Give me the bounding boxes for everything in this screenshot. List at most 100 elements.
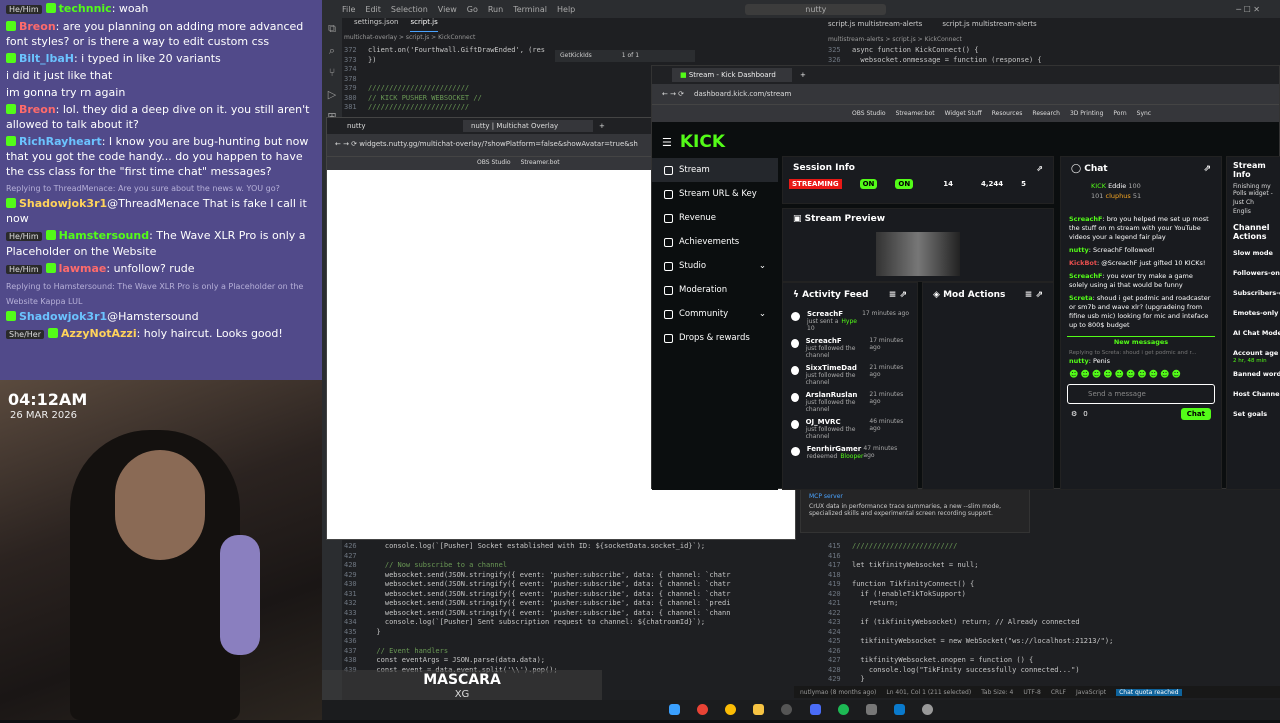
- filter-icon[interactable]: ≡ ⇗: [1025, 290, 1043, 300]
- activity-item[interactable]: FenrhirGamer redeemed Blooper 47 minutes ag…: [783, 442, 917, 469]
- chrome-icon[interactable]: [697, 704, 709, 715]
- tab-script-js-right-b[interactable]: script.js multistream-alerts: [942, 20, 1036, 28]
- streamerbot-icon[interactable]: [809, 704, 821, 715]
- activity-user[interactable]: FenrhirGamer: [807, 445, 864, 453]
- bookmark-widget-stuff[interactable]: Widget Stuff: [945, 110, 982, 117]
- channel-action-ai-chat-mode[interactable]: AI Chat Mode: [1227, 323, 1280, 343]
- activity-user[interactable]: OJ_MVRC: [806, 418, 870, 426]
- code-line[interactable]: 378: [344, 75, 545, 85]
- code-line[interactable]: 326 websocket.onmessage = function (resp…: [828, 56, 1042, 66]
- windows-taskbar[interactable]: [322, 700, 1280, 720]
- code-text[interactable]: websocket.send(JSON.stringify({ event: '…: [368, 571, 731, 579]
- activity-user[interactable]: ScreachF: [806, 337, 870, 345]
- channel-action-banned-words[interactable]: Banned words: [1227, 364, 1280, 384]
- code-text[interactable]: ////////////////////////: [368, 84, 469, 92]
- code-line[interactable]: 428 console.log("TikFinity successfully …: [828, 666, 1113, 676]
- code-text[interactable]: client.on('Fourthwall.GiftDrawEnded', (r…: [368, 46, 545, 54]
- code-text[interactable]: }: [368, 628, 380, 636]
- nav-item-stream[interactable]: Stream: [652, 158, 778, 182]
- code-text[interactable]: websocket.send(JSON.stringify({ event: '…: [368, 580, 731, 588]
- code-text[interactable]: }: [852, 675, 864, 683]
- chat-message[interactable]: ScreachF: bro you helped me set up most …: [1061, 213, 1221, 244]
- activity-user[interactable]: ScreachF: [807, 310, 857, 318]
- code-text[interactable]: websocket.onmessage = function (response…: [852, 56, 1041, 64]
- channel-action-subscribers-o[interactable]: Subscribers-o: [1227, 283, 1280, 303]
- code-line[interactable]: 426: [828, 647, 1113, 657]
- code-text[interactable]: tikfinityWebsocket.onopen = function () …: [852, 656, 1033, 664]
- stream-preview-thumbnail[interactable]: [876, 232, 960, 276]
- code-line[interactable]: 437 // Event handlers: [344, 647, 730, 657]
- menu-icon[interactable]: ☰: [662, 136, 672, 149]
- code-line[interactable]: 427: [344, 552, 730, 562]
- code-line[interactable]: 419 function TikfinityConnect() {: [828, 580, 1113, 590]
- popout-icon[interactable]: ⇗: [1203, 164, 1211, 174]
- code-text[interactable]: tikfinityWebsocket = new WebSocket("ws:/…: [852, 637, 1113, 645]
- code-text[interactable]: const eventArgs = JSON.parse(data.data);: [368, 656, 545, 664]
- kick-tab[interactable]: ■ Stream - Kick Dashboard: [672, 68, 792, 82]
- activity-user[interactable]: SixxTimeDad: [806, 364, 870, 372]
- code-line[interactable]: 434 console.log(`[Pusher] Sent subscript…: [344, 618, 730, 628]
- code-line[interactable]: 433 websocket.send(JSON.stringify({ even…: [344, 609, 730, 619]
- nav-item-revenue[interactable]: Revenue: [652, 206, 778, 230]
- code-line[interactable]: 428 // Now subscribe to a channel: [344, 561, 730, 571]
- editor-tabs-right[interactable]: script.js multistream-alerts script.js m…: [828, 20, 1128, 28]
- browser1-url[interactable]: widgets.nutty.gg/multichat-overlay/?show…: [359, 140, 638, 148]
- nav-item-achievements[interactable]: Achievements: [652, 230, 778, 254]
- code-text[interactable]: websocket.send(JSON.stringify({ event: '…: [368, 599, 731, 607]
- bookmark-sync[interactable]: Sync: [1137, 110, 1151, 117]
- code-line[interactable]: 374: [344, 65, 545, 75]
- status-eol[interactable]: CRLF: [1051, 689, 1066, 696]
- bookmark-research[interactable]: Research: [1032, 110, 1060, 117]
- code-line[interactable]: 423 if (tikfinityWebsocket) return; // A…: [828, 618, 1113, 628]
- status-tabsize[interactable]: Tab Size: 4: [981, 689, 1013, 696]
- code-line[interactable]: 421 return;: [828, 599, 1113, 609]
- menu-item-go[interactable]: Go: [467, 5, 478, 14]
- code-text[interactable]: // Event handlers: [368, 647, 448, 655]
- bookmark-porn[interactable]: Porn: [1113, 110, 1126, 117]
- settings-icon[interactable]: [921, 704, 933, 715]
- spotify-icon[interactable]: [837, 704, 849, 715]
- channel-action-emotes-only[interactable]: Emotes-only: [1227, 303, 1280, 323]
- code-line[interactable]: 429 websocket.send(JSON.stringify({ even…: [344, 571, 730, 581]
- bookmark-streamerbot[interactable]: Streamer.bot: [521, 159, 560, 168]
- code-line[interactable]: 415 /////////////////////////: [828, 542, 1113, 552]
- code-line[interactable]: 379 ////////////////////////: [344, 84, 545, 94]
- emote-bar[interactable]: ☻☻☻☻☻☻☻☻☻☻: [1061, 366, 1221, 384]
- editor-menu[interactable]: File Edit Selection View Go Run Terminal Help: [342, 5, 585, 14]
- folder-icon[interactable]: [753, 704, 765, 715]
- bookmark-streamer-bot[interactable]: Streamer.bot: [896, 110, 935, 117]
- nav-item-moderation[interactable]: Moderation: [652, 278, 778, 302]
- channel-action-slow-mode[interactable]: Slow mode: [1227, 243, 1280, 263]
- chevron-down-icon[interactable]: ⌄: [759, 309, 766, 319]
- code-text[interactable]: return;: [852, 599, 899, 607]
- code-top-right[interactable]: 325 async function KickConnect() {326 web…: [828, 46, 1042, 65]
- code-line[interactable]: 424: [828, 628, 1113, 638]
- tab-settings-json[interactable]: settings.json: [354, 18, 398, 32]
- editor-tabs-left[interactable]: settings.json script.js: [344, 18, 724, 32]
- code-line[interactable]: 420 if (!enableTikTokSupport): [828, 590, 1113, 600]
- find-input[interactable]: GetKickIds: [560, 52, 592, 60]
- code-text[interactable]: if (!enableTikTokSupport): [852, 590, 965, 598]
- window-controls[interactable]: ─ ☐ ✕: [1236, 5, 1260, 14]
- code-line[interactable]: 422: [828, 609, 1113, 619]
- chat-username[interactable]: ScreachF: [1069, 215, 1102, 223]
- popout-icon[interactable]: ⇗: [1036, 164, 1043, 173]
- menu-item-terminal[interactable]: Terminal: [513, 5, 547, 14]
- tab-script-js[interactable]: script.js: [410, 18, 438, 32]
- bookmark-resources[interactable]: Resources: [992, 110, 1023, 117]
- new-tab-icon[interactable]: +: [800, 71, 806, 79]
- menu-item-edit[interactable]: Edit: [365, 5, 381, 14]
- code-line[interactable]: 435 }: [344, 628, 730, 638]
- status-encoding[interactable]: UTF-8: [1023, 689, 1041, 696]
- code-line[interactable]: 416: [828, 552, 1113, 562]
- update-notice[interactable]: MCP server CrUX data in performance trac…: [800, 488, 1030, 533]
- code-line[interactable]: 431 websocket.send(JSON.stringify({ even…: [344, 590, 730, 600]
- code-line[interactable]: 372 client.on('Fourthwall.GiftDrawEnded',…: [344, 46, 545, 56]
- channel-action-followers-only[interactable]: Followers-only: [1227, 263, 1280, 283]
- code-line[interactable]: 417 let tikfinityWebsocket = null;: [828, 561, 1113, 571]
- code-text[interactable]: }): [368, 56, 376, 64]
- code-top-left[interactable]: 372 client.on('Fourthwall.GiftDrawEnded',…: [344, 46, 545, 113]
- kick-url[interactable]: dashboard.kick.com/stream: [694, 90, 791, 98]
- chat-username[interactable]: Screta: [1069, 294, 1093, 302]
- browser1-tab-2[interactable]: nutty | Multichat Overlay: [463, 120, 593, 132]
